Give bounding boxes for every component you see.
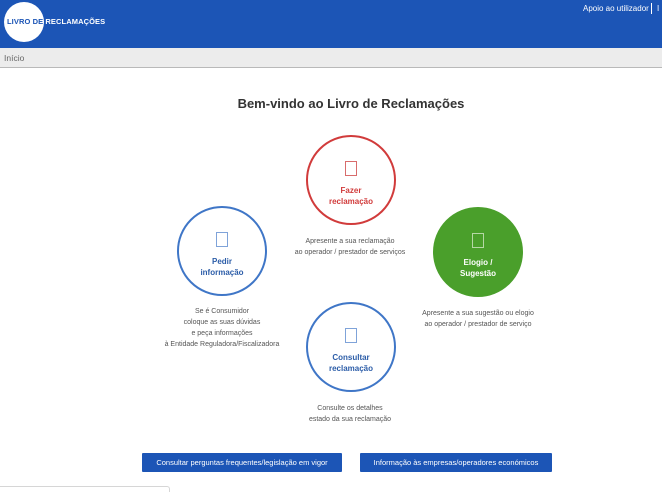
check-complaint-desc-line2: estado da sua reclamação [308, 416, 392, 423]
praise-suggestion-description: Apresente a sua sugestão ou elogio ao op… [408, 308, 548, 330]
document-icon [345, 161, 357, 176]
praise-suggestion-label-line2: Sugestão [459, 269, 496, 278]
request-information-desc-line1: Se é Consumidor [194, 308, 250, 315]
make-complaint-label: Fazer reclamação [308, 185, 394, 207]
check-complaint-label-line1: Consultar [332, 353, 370, 362]
logo-text[interactable]: LIVRO DE RECLAMAÇÕES [7, 17, 105, 26]
logo-text-part1: LIVRO DE [7, 17, 46, 26]
business-information-button[interactable]: Informação às empresas/operadores económ… [360, 453, 552, 472]
check-complaint-button[interactable]: Consultar reclamação [306, 302, 396, 392]
check-complaint-desc-line1: Consulte os detalhes [317, 405, 383, 412]
check-complaint-description: Consulte os detalhes estado da sua recla… [290, 403, 410, 425]
breadcrumb-home[interactable]: Início [4, 53, 24, 63]
support-link[interactable]: Apoio ao utilizador [583, 4, 649, 13]
request-information-desc-line3: e peça informações [191, 330, 253, 337]
request-information-label-line2: informação [200, 268, 244, 277]
request-information-desc-line4: à Entidade Reguladora/Fiscalizadora [164, 341, 280, 348]
praise-suggestion-desc-line2: ao operador / prestador de serviço [424, 321, 532, 328]
praise-suggestion-desc-line1: Apresente a sua sugestão ou elogio [422, 310, 534, 317]
faq-legislation-button[interactable]: Consultar perguntas frequentes/legislaçã… [142, 453, 342, 472]
header-divider [651, 3, 652, 14]
make-complaint-desc-line2: ao operador / prestador de serviços [294, 249, 406, 256]
praise-suggestion-button[interactable]: Elogio / Sugestão [433, 207, 523, 297]
page-title: Bem-vindo ao Livro de Reclamações [237, 96, 465, 111]
make-complaint-desc-line1: Apresente a sua reclamação [305, 238, 395, 245]
check-complaint-label-line2: reclamação [328, 364, 374, 373]
praise-suggestion-label-line1: Elogio / [463, 258, 493, 267]
make-complaint-label-line2: reclamação [328, 197, 374, 206]
request-information-label: Pedir informação [179, 256, 265, 278]
check-complaint-label: Consultar reclamação [308, 352, 394, 374]
request-information-desc-line2: coloque as suas dúvidas [183, 319, 261, 326]
truncated-header-link[interactable]: I [657, 4, 659, 13]
make-complaint-description: Apresente a sua reclamação ao operador /… [280, 236, 420, 258]
request-information-label-line1: Pedir [211, 257, 232, 266]
breadcrumb-bar: Início [0, 48, 662, 68]
bottom-panel-edge [0, 486, 170, 492]
praise-suggestion-label: Elogio / Sugestão [435, 257, 521, 279]
top-header: LIVRO DE RECLAMAÇÕES Apoio ao utilizador… [0, 0, 662, 48]
logo-text-part2: RECLAMAÇÕES [45, 17, 106, 26]
make-complaint-button[interactable]: Fazer reclamação [306, 135, 396, 225]
document-icon [345, 328, 357, 343]
document-icon [472, 233, 484, 248]
make-complaint-label-line1: Fazer [340, 186, 362, 195]
document-icon [216, 232, 228, 247]
request-information-description: Se é Consumidor coloque as suas dúvidas … [150, 306, 294, 350]
request-information-button[interactable]: Pedir informação [177, 206, 267, 296]
